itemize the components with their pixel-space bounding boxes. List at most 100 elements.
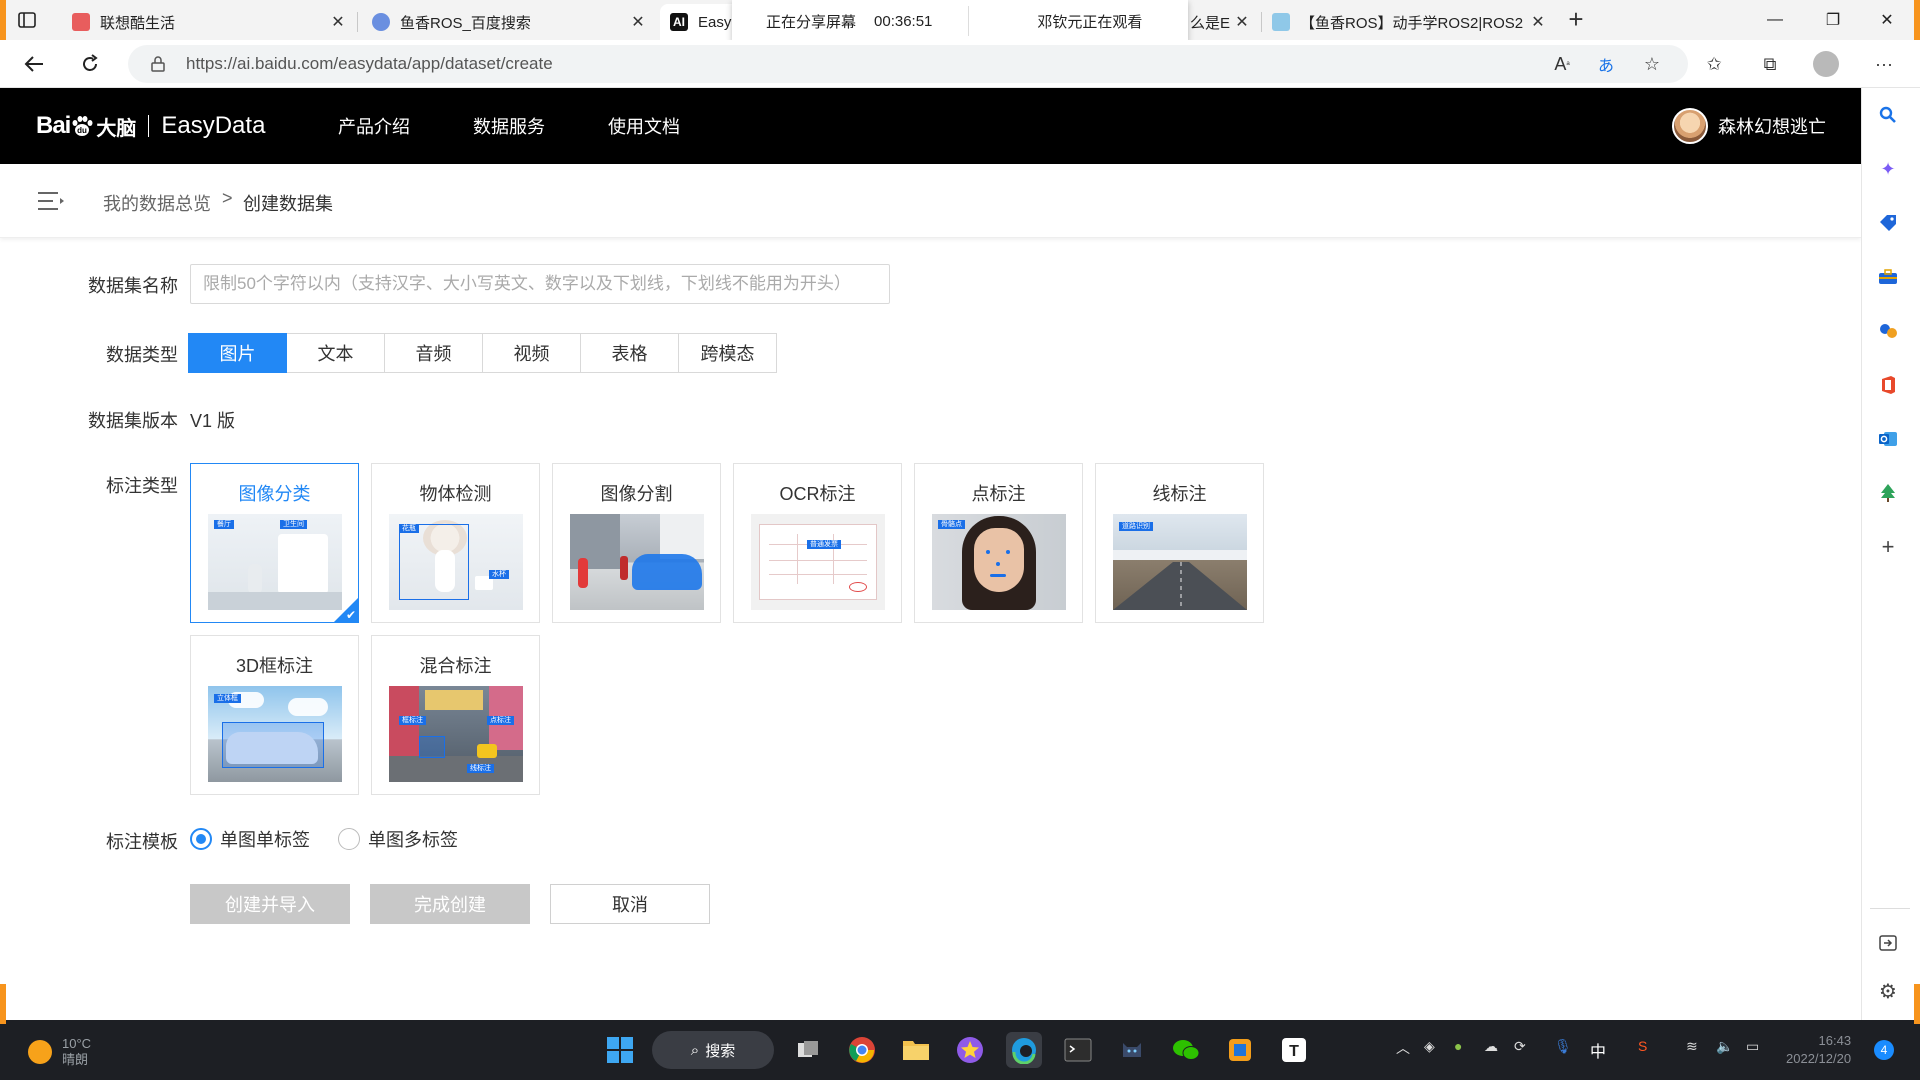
office-icon[interactable] bbox=[1875, 372, 1901, 398]
new-tab-button[interactable]: + bbox=[1562, 6, 1590, 34]
nav-docs[interactable]: 使用文档 bbox=[608, 88, 680, 164]
tab-actions-icon[interactable] bbox=[14, 8, 40, 32]
tray-chevron-icon[interactable]: ︿ bbox=[1396, 1038, 1410, 1058]
radio-multi-label[interactable] bbox=[338, 828, 360, 850]
type-audio-option[interactable]: 音频 bbox=[384, 333, 483, 373]
tray-volume-icon[interactable]: 🔈 bbox=[1716, 1038, 1733, 1055]
clock-time: 16:43 bbox=[1818, 1033, 1852, 1048]
maximize-button[interactable]: ❐ bbox=[1804, 0, 1862, 40]
tree-icon[interactable] bbox=[1875, 480, 1901, 506]
nav-data-service[interactable]: 数据服务 bbox=[473, 88, 545, 164]
annot-card-line[interactable]: 线标注 道路识别 bbox=[1095, 463, 1264, 623]
windows-start-icon[interactable] bbox=[602, 1032, 638, 1068]
back-arrow-icon[interactable] bbox=[20, 50, 48, 78]
nav-product-intro[interactable]: 产品介绍 bbox=[338, 88, 410, 164]
baidu-easydata-logo[interactable]: Bai du 大脑 EasyData bbox=[36, 106, 265, 146]
hide-sidebar-icon[interactable] bbox=[1875, 930, 1901, 956]
remote-app-icon[interactable] bbox=[1222, 1032, 1258, 1068]
create-and-import-button[interactable]: 创建并导入 bbox=[190, 884, 350, 924]
tray-sogou-icon[interactable]: S bbox=[1638, 1038, 1647, 1054]
weather-widget[interactable]: 10°C 晴朗 bbox=[28, 1036, 91, 1068]
tray-sync-icon[interactable]: ⟳ bbox=[1514, 1038, 1526, 1055]
tray-cloud-icon[interactable]: ☁ bbox=[1484, 1038, 1498, 1055]
breadcrumb: 我的数据总览 > 创建数据集 bbox=[0, 164, 1861, 238]
read-aloud-icon[interactable]: Aᵃ bbox=[1548, 50, 1576, 78]
cancel-button[interactable]: 取消 bbox=[550, 884, 710, 924]
annot-card-3d-box[interactable]: 3D框标注 立体框 bbox=[190, 635, 359, 795]
typora-icon[interactable]: T bbox=[1276, 1032, 1312, 1068]
lock-icon[interactable] bbox=[148, 54, 168, 74]
radio-multi-label-text[interactable]: 单图多标签 bbox=[368, 826, 458, 852]
annot-card-ocr[interactable]: OCR标注 普通发票 bbox=[733, 463, 902, 623]
type-multimodal-option[interactable]: 跨模态 bbox=[678, 333, 777, 373]
share-border-bottom-left bbox=[0, 984, 6, 1024]
games-icon[interactable] bbox=[1875, 318, 1901, 344]
tray-wifi-icon[interactable]: ≋ bbox=[1686, 1038, 1698, 1055]
chrome-icon[interactable] bbox=[844, 1032, 880, 1068]
annot-card-point[interactable]: 点标注 骨骼点 bbox=[914, 463, 1083, 623]
mixed-thumbnail: 框标注 点标注 线标注 bbox=[389, 686, 523, 782]
favorites-icon[interactable]: ✩ bbox=[1700, 50, 1728, 78]
annot-card-image-segmentation[interactable]: 图像分割 bbox=[552, 463, 721, 623]
tray-mic-icon[interactable]: 🎙 bbox=[1554, 1038, 1572, 1055]
url-field[interactable]: https://ai.baidu.com/easydata/app/datase… bbox=[128, 45, 1688, 83]
minimize-button[interactable]: — bbox=[1746, 0, 1804, 40]
terminal-icon[interactable] bbox=[1060, 1032, 1096, 1068]
url-text[interactable]: https://ai.baidu.com/easydata/app/datase… bbox=[186, 54, 553, 74]
type-table-option[interactable]: 表格 bbox=[580, 333, 679, 373]
type-video-option[interactable]: 视频 bbox=[482, 333, 581, 373]
tray-qq-icon[interactable]: ◈ bbox=[1424, 1038, 1435, 1055]
star-app-icon[interactable] bbox=[952, 1032, 988, 1068]
dataset-name-input[interactable] bbox=[190, 264, 890, 304]
finish-create-button[interactable]: 完成创建 bbox=[370, 884, 530, 924]
avatar[interactable] bbox=[1672, 108, 1708, 144]
annot-card-mixed[interactable]: 混合标注 框标注 点标注 线标注 bbox=[371, 635, 540, 795]
profile-icon[interactable] bbox=[1812, 50, 1840, 78]
username[interactable]: 森林幻想逃亡 bbox=[1718, 113, 1826, 139]
outlook-icon[interactable] bbox=[1875, 426, 1901, 452]
cat-app-icon[interactable] bbox=[1114, 1032, 1150, 1068]
shopping-tag-icon[interactable] bbox=[1875, 210, 1901, 236]
tray-green-icon[interactable]: ● bbox=[1454, 1038, 1462, 1054]
translate-icon[interactable]: あ bbox=[1592, 50, 1620, 78]
card-title: 图像分类 bbox=[238, 484, 311, 504]
search-icon[interactable] bbox=[1875, 102, 1901, 128]
ime-indicator[interactable]: 中 bbox=[1590, 1038, 1606, 1062]
browser-tab[interactable]: 【鱼香ROS】动手学ROS2|ROS2 ✕ bbox=[1262, 4, 1558, 40]
breadcrumb-overview-link[interactable]: 我的数据总览 bbox=[103, 190, 211, 216]
wechat-icon[interactable] bbox=[1168, 1032, 1204, 1068]
close-icon[interactable]: ✕ bbox=[628, 12, 648, 32]
browser-tab[interactable]: 么是E ✕ bbox=[1180, 4, 1262, 40]
bilibili-favicon-icon bbox=[1272, 13, 1290, 31]
type-text-option[interactable]: 文本 bbox=[286, 333, 385, 373]
add-favorite-icon[interactable]: ☆ bbox=[1638, 50, 1666, 78]
system-clock[interactable]: 16:43 2022/12/20 bbox=[1786, 1032, 1851, 1068]
close-icon[interactable]: ✕ bbox=[328, 12, 348, 32]
close-window-button[interactable]: ✕ bbox=[1858, 0, 1916, 40]
tray-battery-icon[interactable]: ▭ bbox=[1746, 1038, 1759, 1055]
user-menu[interactable]: 森林幻想逃亡 bbox=[1672, 108, 1826, 144]
close-icon[interactable]: ✕ bbox=[1528, 12, 1548, 32]
more-menu-icon[interactable]: ··· bbox=[1870, 50, 1898, 78]
close-icon[interactable]: ✕ bbox=[1232, 12, 1252, 32]
annot-card-image-classification[interactable]: 图像分类 餐厅 卫生间 ✔ bbox=[190, 463, 359, 623]
browser-tab[interactable]: 鱼香ROS_百度搜索 ✕ bbox=[362, 4, 658, 40]
taskbar-search-button[interactable]: ⌕ 搜索 bbox=[652, 1031, 774, 1069]
browser-tab[interactable]: 联想酷生活 ✕ bbox=[62, 4, 358, 40]
refresh-icon[interactable] bbox=[76, 50, 104, 78]
radio-single-label[interactable] bbox=[190, 828, 212, 850]
collections-icon[interactable]: ⧉ bbox=[1756, 50, 1784, 78]
task-view-icon[interactable] bbox=[790, 1032, 826, 1068]
annot-card-object-detection[interactable]: 物体检测 花瓶 水杯 bbox=[371, 463, 540, 623]
notification-badge[interactable]: 4 bbox=[1874, 1040, 1894, 1060]
settings-gear-icon[interactable]: ⚙ bbox=[1875, 978, 1901, 1004]
radio-single-label-text[interactable]: 单图单标签 bbox=[220, 826, 310, 852]
card-title: 3D框标注 bbox=[235, 656, 313, 676]
add-icon[interactable]: + bbox=[1875, 534, 1901, 560]
file-explorer-icon[interactable] bbox=[898, 1032, 934, 1068]
menu-toggle-icon[interactable] bbox=[36, 189, 66, 213]
tools-briefcase-icon[interactable] bbox=[1875, 264, 1901, 290]
edge-browser-icon[interactable] bbox=[1006, 1032, 1042, 1068]
copilot-sparkle-icon[interactable]: ✦ bbox=[1875, 156, 1901, 182]
type-image-option[interactable]: 图片 bbox=[188, 333, 287, 373]
